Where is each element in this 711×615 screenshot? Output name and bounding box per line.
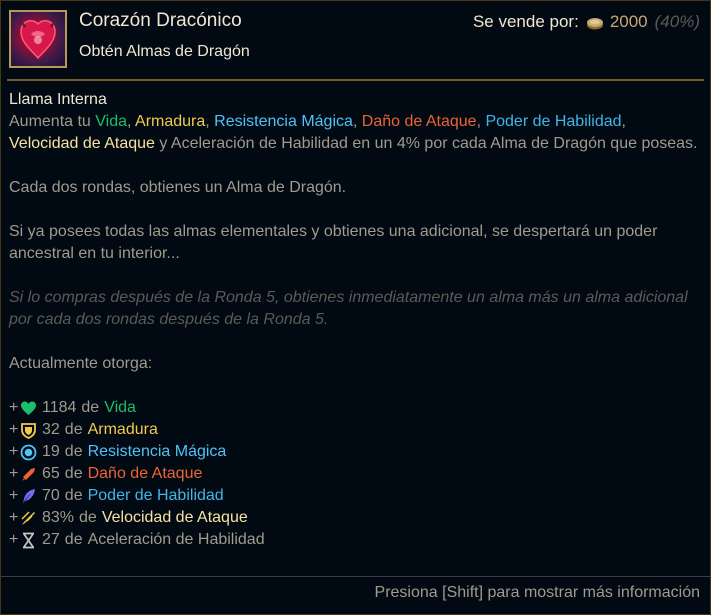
header-divider <box>7 79 704 81</box>
stat-value: 27 <box>42 531 60 548</box>
desc-sep: , <box>352 113 362 130</box>
stat-plus: + <box>9 443 19 460</box>
desc-armadura: Armadura <box>135 113 206 130</box>
stat-plus: + <box>9 399 19 416</box>
stat-row-vida: + 1184 de Vida <box>9 397 699 419</box>
stat-name: Vida <box>104 399 136 416</box>
stat-de: de <box>81 399 100 416</box>
item-tooltip: Corazón Dracónico Obtén Almas de Dragón … <box>0 0 711 615</box>
stat-name: Armadura <box>87 421 158 438</box>
stat-row-velocidad: + 83% de Velocidad de Ataque <box>9 507 699 529</box>
gold-coin-icon <box>586 15 604 30</box>
stat-de: de <box>64 465 83 482</box>
stat-row-resistencia: + 19 de Resistencia Mágica <box>9 441 699 463</box>
tooltip-header: Corazón Dracónico Obtén Almas de Dragón … <box>1 1 710 79</box>
stat-plus: + <box>9 531 19 548</box>
passive-name: Llama Interna <box>9 91 107 108</box>
sword-icon <box>20 466 37 483</box>
stat-de: de <box>79 509 97 526</box>
passive-description: Aumenta tu Vida, Armadura, Resistencia M… <box>9 111 699 155</box>
stat-name: Velocidad de Ataque <box>101 509 248 526</box>
hourglass-icon <box>20 532 37 549</box>
paragraph-round5: Si lo compras después de la Ronda 5, obt… <box>9 289 688 328</box>
desc-poder: Poder de Habilidad <box>485 113 622 130</box>
desc-dano: Daño de Ataque <box>361 113 477 130</box>
stat-plus: + <box>9 465 19 482</box>
sell-percent: (40%) <box>654 12 700 31</box>
desc-velocidad: Velocidad de Ataque <box>9 135 155 152</box>
magic-resist-icon <box>20 444 37 461</box>
feather-icon <box>20 488 37 505</box>
footer-divider <box>1 576 710 577</box>
desc-prefix: Aumenta tu <box>9 113 96 130</box>
stat-name: Poder de Habilidad <box>87 487 224 504</box>
attack-speed-icon <box>20 510 37 527</box>
stat-row-aceleracion: + 27 de Aceleración de Habilidad <box>9 529 699 551</box>
stat-row-dano: + 65 de Daño de Ataque <box>9 463 699 485</box>
item-name: Corazón Dracónico <box>79 10 242 31</box>
stat-de: de <box>64 443 83 460</box>
sell-price: Se vende por: 2000 (40%) <box>473 12 700 32</box>
desc-sep: , <box>621 113 626 130</box>
stat-value: 83% <box>42 509 75 526</box>
desc-resistencia: Resistencia Mágica <box>214 113 353 130</box>
stat-value: 1184 <box>42 399 77 416</box>
stat-value: 70 <box>42 487 60 504</box>
sell-label: Se vende por: <box>472 12 579 31</box>
stat-name: Daño de Ataque <box>87 465 203 482</box>
stat-value: 19 <box>42 443 60 460</box>
heart-icon <box>20 400 37 417</box>
paragraph-souls: Cada dos rondas, obtienes un Alma de Dra… <box>9 179 347 196</box>
desc-sep: , <box>205 113 215 130</box>
desc-suffix: y Aceleración de Habilidad en un 4% por … <box>154 135 698 152</box>
tooltip-body: Llama Interna Aumenta tu Vida, Armadura,… <box>9 89 699 551</box>
stat-name: Resistencia Mágica <box>87 443 227 460</box>
stat-value: 32 <box>42 421 60 438</box>
desc-sep: , <box>127 113 136 130</box>
stat-de: de <box>64 487 83 504</box>
stat-plus: + <box>9 487 19 504</box>
stat-value: 65 <box>42 465 60 482</box>
stat-row-armadura: + 32 de Armadura <box>9 419 699 441</box>
shift-hint: Presiona [Shift] para mostrar más inform… <box>374 584 700 601</box>
sell-price-value: 2000 <box>609 12 648 31</box>
paragraph-ancestral: Si ya posees todas las almas elementales… <box>9 223 658 262</box>
desc-vida: Vida <box>95 113 128 130</box>
stats-list: + 1184 de Vida + 32 de Armadura + 19 de … <box>9 397 699 551</box>
dragon-heart-icon <box>9 10 67 68</box>
stat-row-poder: + 70 de Poder de Habilidad <box>9 485 699 507</box>
shield-icon <box>20 422 37 439</box>
stat-plus: + <box>9 421 19 438</box>
item-subtitle: Obtén Almas de Dragón <box>79 43 250 60</box>
stat-de: de <box>64 421 83 438</box>
stat-name: Aceleración de Habilidad <box>87 531 265 548</box>
stat-plus: + <box>9 509 19 526</box>
stat-de: de <box>64 531 83 548</box>
current-grants-label: Actualmente otorga: <box>9 355 153 372</box>
